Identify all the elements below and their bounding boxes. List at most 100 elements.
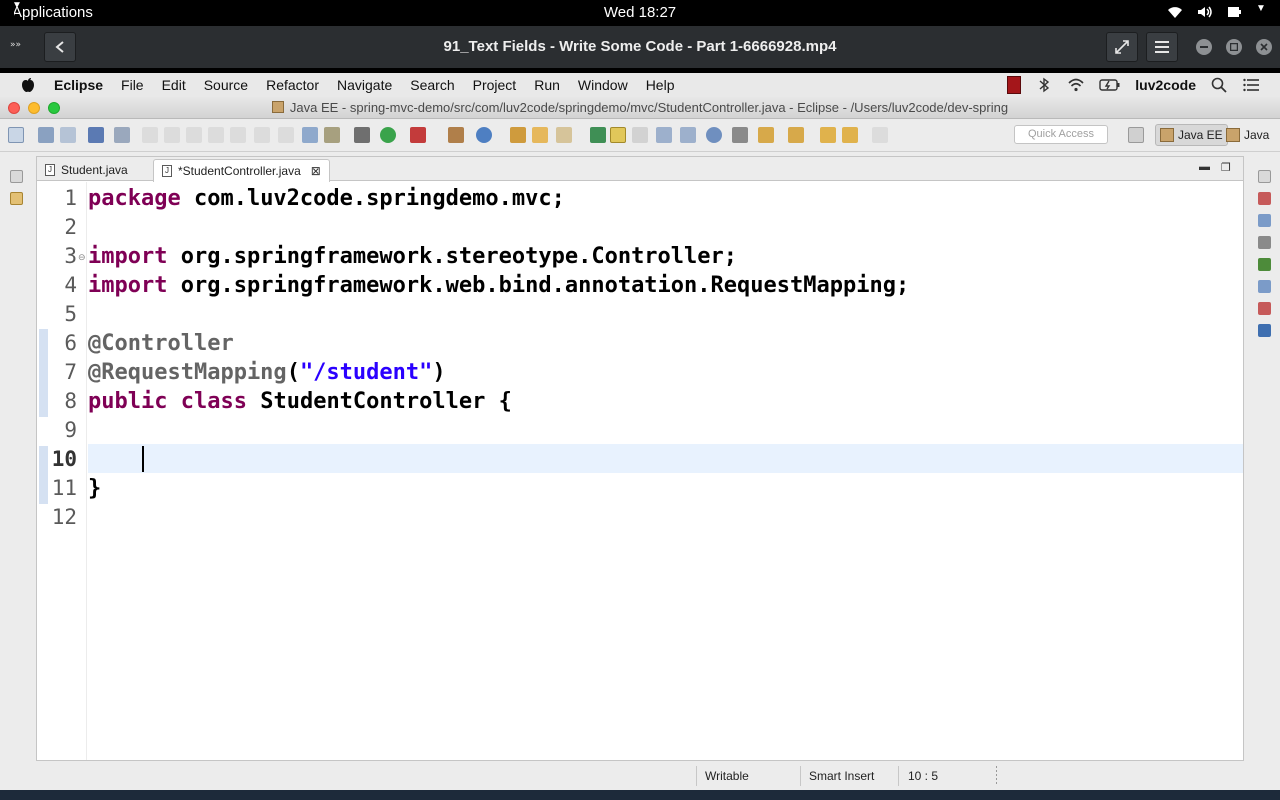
- markers-icon[interactable]: [1258, 258, 1271, 271]
- chevron-left-icon: [55, 41, 64, 53]
- window-minimize-button[interactable]: [28, 102, 40, 114]
- player-menu-icon[interactable]: »»: [10, 38, 28, 52]
- new-java-project-icon[interactable]: [448, 127, 464, 143]
- tab-student-java[interactable]: J Student.java: [37, 159, 136, 181]
- close-tab-icon[interactable]: ⊠: [311, 164, 321, 178]
- menu-navigate[interactable]: Navigate: [337, 77, 392, 93]
- server-icon[interactable]: [324, 127, 340, 143]
- wifi-icon[interactable]: [1067, 76, 1085, 94]
- menu-search[interactable]: Search: [410, 77, 454, 93]
- back-button[interactable]: [44, 32, 76, 62]
- last-edit-location-icon[interactable]: [820, 127, 836, 143]
- system-tray[interactable]: ▼: [1166, 3, 1266, 21]
- toggle-breadcrumb-icon[interactable]: [732, 127, 748, 143]
- step-into-icon[interactable]: [230, 127, 246, 143]
- video-title: 91_Text Fields - Write Some Code - Part …: [443, 38, 837, 55]
- print-icon[interactable]: [88, 127, 104, 143]
- fullscreen-button[interactable]: [1106, 32, 1138, 62]
- battery-icon[interactable]: [1099, 76, 1121, 94]
- menu-run[interactable]: Run: [534, 77, 560, 93]
- close-icon: [1260, 43, 1268, 51]
- back-arrow-icon[interactable]: [842, 127, 858, 143]
- step-over-icon[interactable]: [254, 127, 270, 143]
- restore-icon[interactable]: [1258, 170, 1271, 183]
- perspective-java-ee[interactable]: Java EE: [1155, 124, 1228, 146]
- task-list-icon[interactable]: [1258, 192, 1271, 205]
- menu-edit[interactable]: Edit: [162, 77, 186, 93]
- menu-source[interactable]: Source: [204, 77, 248, 93]
- show-whitespace-icon[interactable]: [680, 127, 696, 143]
- disconnect-icon[interactable]: [208, 127, 224, 143]
- previous-annotation-icon[interactable]: [788, 127, 804, 143]
- bluetooth-icon[interactable]: [1035, 76, 1053, 94]
- suspend-icon[interactable]: [164, 127, 180, 143]
- maximize-button[interactable]: [1226, 39, 1242, 55]
- menu-app-name[interactable]: Eclipse: [54, 77, 103, 93]
- clock[interactable]: Wed 18:27: [0, 4, 1280, 21]
- new-java-class-icon[interactable]: [476, 127, 492, 143]
- apple-icon[interactable]: [20, 77, 36, 93]
- outline-icon[interactable]: [1258, 214, 1271, 227]
- hierarchy-icon[interactable]: [1258, 236, 1271, 249]
- menu-help[interactable]: Help: [646, 77, 675, 93]
- menu-file[interactable]: File: [121, 77, 144, 93]
- word-wrap-icon[interactable]: [656, 127, 672, 143]
- properties-icon[interactable]: [1258, 280, 1271, 293]
- run-icon[interactable]: [380, 127, 396, 143]
- open-type-icon[interactable]: [510, 127, 526, 143]
- next-annotation-icon[interactable]: [758, 127, 774, 143]
- web-browser-icon[interactable]: [706, 127, 722, 143]
- minimize-button[interactable]: [1196, 39, 1212, 55]
- java-file-icon: J: [45, 164, 55, 176]
- menu-window[interactable]: Window: [578, 77, 628, 93]
- resume-icon[interactable]: [142, 127, 158, 143]
- debug-icon[interactable]: [354, 127, 370, 143]
- open-perspective-icon[interactable]: [1128, 127, 1144, 143]
- current-line-highlight: [88, 444, 1243, 473]
- open-task-icon[interactable]: [532, 127, 548, 143]
- perspective-java-label: Java: [1244, 128, 1270, 142]
- window-zoom-button[interactable]: [48, 102, 60, 114]
- fold-toggle-icon[interactable]: ⊖: [78, 252, 86, 263]
- run-external-tools-icon[interactable]: [410, 127, 426, 143]
- volume-icon: [1196, 3, 1214, 21]
- code-text[interactable]: package com.luv2code.springdemo.mvc; imp…: [88, 182, 1243, 760]
- applications-menu[interactable]: Applications ▼: [12, 0, 93, 26]
- save-icon[interactable]: [38, 127, 54, 143]
- step-return-icon[interactable]: [278, 127, 294, 143]
- search-tool-icon[interactable]: [556, 127, 572, 143]
- svg-text:»»: »»: [10, 40, 21, 50]
- fullscreen-icon: [1115, 40, 1129, 54]
- skip-breakpoints-icon[interactable]: [114, 127, 130, 143]
- perspective-java[interactable]: Java: [1222, 124, 1273, 146]
- project-explorer-icon[interactable]: [10, 192, 23, 205]
- quick-access-input[interactable]: Quick Access: [1014, 125, 1108, 144]
- status-cursor-position[interactable]: 10 : 5: [908, 769, 938, 783]
- window-close-button[interactable]: [8, 102, 20, 114]
- console-icon[interactable]: [1258, 324, 1271, 337]
- block-selection-icon[interactable]: [632, 127, 648, 143]
- mark-occurrences-icon[interactable]: [610, 127, 626, 143]
- servers-icon[interactable]: [1258, 302, 1271, 315]
- annotation-icon[interactable]: [590, 127, 606, 143]
- new-file-icon[interactable]: [8, 127, 24, 143]
- terminate-icon[interactable]: [186, 127, 202, 143]
- maximize-editor-icon[interactable]: ❐: [1221, 161, 1231, 174]
- restore-icon[interactable]: [10, 170, 23, 183]
- menu-user-name[interactable]: luv2code: [1135, 77, 1196, 93]
- notification-center-icon[interactable]: [1242, 76, 1260, 94]
- menu-project[interactable]: Project: [473, 77, 517, 93]
- player-menu-button[interactable]: [1146, 32, 1178, 62]
- minimize-editor-icon[interactable]: ▬: [1199, 161, 1210, 173]
- tab-student-controller-java[interactable]: J *StudentController.java ⊠: [153, 159, 330, 182]
- use-step-filters-icon[interactable]: [302, 127, 318, 143]
- forward-arrow-icon[interactable]: [872, 127, 888, 143]
- code-editor[interactable]: 1 2 3 ⊖ 4 5 6 7 8 9 10 11 12 package com: [37, 182, 1243, 760]
- spotlight-search-icon[interactable]: [1210, 76, 1228, 94]
- save-all-icon[interactable]: [60, 127, 76, 143]
- status-insert-mode[interactable]: Smart Insert: [809, 769, 874, 783]
- recording-icon[interactable]: [1007, 76, 1022, 94]
- tab-student-java-label: Student.java: [61, 163, 128, 177]
- menu-refactor[interactable]: Refactor: [266, 77, 319, 93]
- close-button[interactable]: [1256, 39, 1272, 55]
